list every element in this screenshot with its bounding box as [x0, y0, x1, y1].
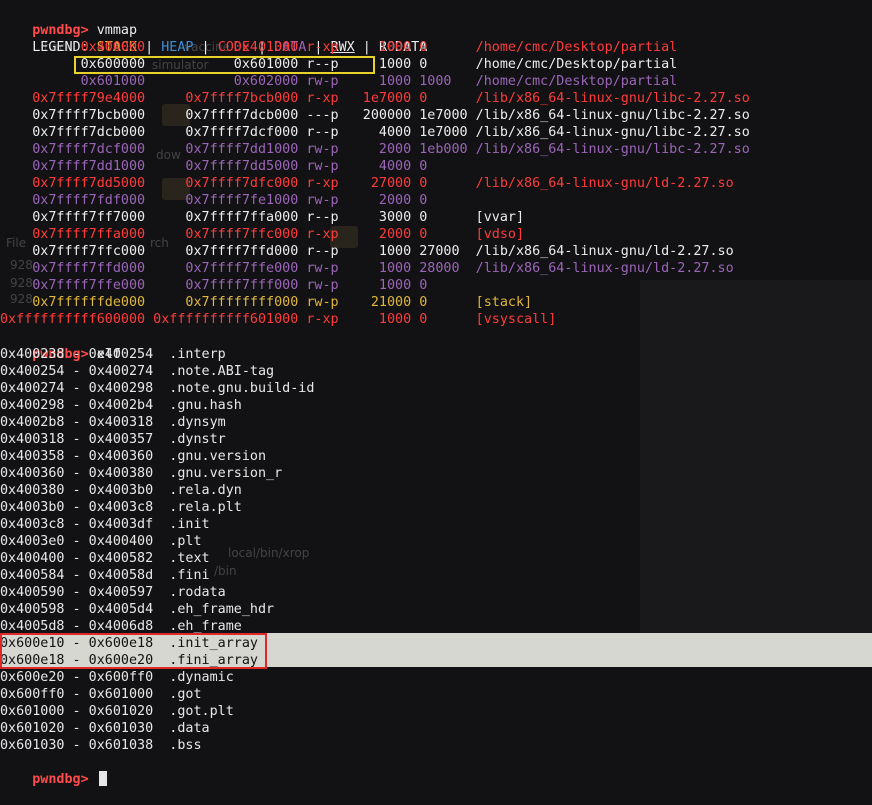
elf-section-text: 0x400318 - 0x400357 .dynstr: [0, 432, 226, 447]
annotation-box-rodata-mapping: [74, 56, 375, 74]
elf-section-row: 0x400358 - 0x400360 .gnu.version: [0, 448, 872, 465]
elf-section-text: 0x4003c8 - 0x4003df .init: [0, 517, 210, 532]
vmmap-row: 0x7ffff7dcf000 0x7ffff7dd1000 rw-p 2000 …: [0, 141, 872, 158]
elf-section-row: 0x4003c8 - 0x4003df .init: [0, 516, 872, 533]
command-line-elf: pwndbg> elf: [0, 329, 872, 362]
vmmap-row: 0x601000 0x602000 rw-p 1000 1000 /home/c…: [0, 73, 872, 90]
vmmap-row: 0x7ffff7dd5000 0x7ffff7dfc000 r-xp 27000…: [0, 175, 872, 192]
vmmap-row-text: 0x7ffff79e4000 0x7ffff7bcb000 r-xp 1e700…: [0, 91, 750, 106]
elf-section-text: 0x400380 - 0x4003b0 .rela.dyn: [0, 483, 242, 498]
elf-section-text: 0x4005d8 - 0x4006d8 .eh_frame: [0, 619, 242, 634]
elf-section-text: 0x4003b0 - 0x4003c8 .rela.plt: [0, 500, 242, 515]
shell-prompt: pwndbg>: [32, 772, 89, 787]
vmmap-row: 0x7ffff7bcb000 0x7ffff7dcb000 ---p 20000…: [0, 107, 872, 124]
elf-section-text: 0x600e20 - 0x600ff0 .dynamic: [0, 670, 234, 685]
elf-section-text: 0x601000 - 0x601020 .got.plt: [0, 704, 234, 719]
vmmap-row-text: 0x7ffff7ffa000 0x7ffff7ffc000 r-xp 2000 …: [0, 227, 525, 242]
elf-section-row: 0x400380 - 0x4003b0 .rela.dyn: [0, 482, 872, 499]
vmmap-row: 0x7ffff79e4000 0x7ffff7bcb000 r-xp 1e700…: [0, 90, 872, 107]
elf-section-text: 0x400298 - 0x4002b4 .gnu.hash: [0, 398, 242, 413]
elf-section-row: 0x400318 - 0x400357 .dynstr: [0, 431, 872, 448]
elf-section-row: 0x400360 - 0x400380 .gnu.version_r: [0, 465, 872, 482]
vmmap-row: 0x7ffff7dcb000 0x7ffff7dcf000 r--p 4000 …: [0, 124, 872, 141]
vmmap-row: 0x7ffff7dd1000 0x7ffff7dd5000 rw-p 4000 …: [0, 158, 872, 175]
vmmap-row-text: 0x7ffff7ffe000 0x7ffff7fff000 rw-p 1000 …: [0, 278, 428, 293]
vmmap-row-text: 0x7ffff7bcb000 0x7ffff7dcb000 ---p 20000…: [0, 108, 750, 123]
elf-section-row: 0x4003b0 - 0x4003c8 .rela.plt: [0, 499, 872, 516]
vmmap-row: 0x7ffff7ff7000 0x7ffff7ffa000 r--p 3000 …: [0, 209, 872, 226]
elf-section-text: 0x400400 - 0x400582 .text: [0, 551, 210, 566]
vmmap-row-text: 0x7ffff7dcb000 0x7ffff7dcf000 r--p 4000 …: [0, 125, 750, 140]
elf-section-text: 0x400598 - 0x4005d4 .eh_frame_hdr: [0, 602, 275, 617]
vmmap-row-text: 0xffffffffff600000 0xffffffffff601000 r-…: [0, 312, 557, 327]
vmmap-row: 0x7ffff7ffe000 0x7ffff7fff000 rw-p 1000 …: [0, 277, 872, 294]
elf-section-row: 0x400254 - 0x400274 .note.ABI-tag: [0, 363, 872, 380]
elf-section-text: 0x4002b8 - 0x400318 .dynsym: [0, 415, 226, 430]
elf-section-text: 0x400274 - 0x400298 .note.gnu.build-id: [0, 381, 315, 396]
elf-section-text: 0x601030 - 0x601038 .bss: [0, 738, 202, 753]
elf-section-row: 0x4003e0 - 0x400400 .plt: [0, 533, 872, 550]
elf-section-row: 0x400400 - 0x400582 .text: [0, 550, 872, 567]
elf-section-text: 0x400584 - 0x40058d .fini: [0, 568, 210, 583]
vmmap-row: 0x7ffffffde000 0x7ffffffff000 rw-p 21000…: [0, 294, 872, 311]
elf-section-text: 0x400238 - 0x400254 .interp: [0, 347, 226, 362]
vmmap-row: 0x400000 0x401000 r-xp 1000 0 /home/cmc/…: [0, 39, 872, 56]
vmmap-row-text: 0x601000 0x602000 rw-p 1000 1000 /home/c…: [0, 74, 678, 89]
elf-section-text: 0x400358 - 0x400360 .gnu.version: [0, 449, 267, 464]
elf-section-text: 0x400254 - 0x400274 .note.ABI-tag: [0, 364, 275, 379]
vmmap-row-text: 0x7ffff7dcf000 0x7ffff7dd1000 rw-p 2000 …: [0, 142, 750, 157]
vmmap-row-text: 0x7ffff7dd5000 0x7ffff7dfc000 r-xp 27000…: [0, 176, 734, 191]
command-line-current[interactable]: pwndbg>: [0, 754, 872, 787]
vmmap-row-text: 0x7ffff7ff7000 0x7ffff7ffa000 r--p 3000 …: [0, 210, 525, 225]
elf-section-row: 0x600ff0 - 0x601000 .got: [0, 686, 872, 703]
vmmap-row-text: 0x7ffff7fdf000 0x7ffff7fe1000 rw-p 2000 …: [0, 193, 428, 208]
elf-section-row: 0x400274 - 0x400298 .note.gnu.build-id: [0, 380, 872, 397]
legend-line: LEGEND: STACK | HEAP | CODE | DATA | RWX…: [32, 40, 428, 55]
command-line-vmmap: pwndbg> vmmap: [0, 5, 872, 38]
elf-section-row: 0x400584 - 0x40058d .fini: [0, 567, 872, 584]
elf-section-row: 0x601020 - 0x601030 .data: [0, 720, 872, 737]
vmmap-row-text: 0x7ffff7dd1000 0x7ffff7dd5000 rw-p 4000 …: [0, 159, 428, 174]
vmmap-row-text: 0x7ffffffde000 0x7ffffffff000 rw-p 21000…: [0, 295, 533, 310]
vmmap-row: 0x7ffff7ffc000 0x7ffff7ffd000 r--p 1000 …: [0, 243, 872, 260]
elf-section-text: 0x400360 - 0x400380 .gnu.version_r: [0, 466, 283, 481]
vmmap-row-text: 0x7ffff7ffd000 0x7ffff7ffe000 rw-p 1000 …: [0, 261, 734, 276]
vmmap-row: 0x7ffff7ffd000 0x7ffff7ffe000 rw-p 1000 …: [0, 260, 872, 277]
elf-section-row: 0x400238 - 0x400254 .interp: [0, 346, 872, 363]
elf-section-row: 0x601000 - 0x601020 .got.plt: [0, 703, 872, 720]
terminal-window[interactable]: hack vaccine simulator dow File rch 928 …: [0, 0, 872, 787]
vmmap-row: 0xffffffffff600000 0xffffffffff601000 r-…: [0, 311, 872, 328]
vmmap-row: 0x7ffff7ffa000 0x7ffff7ffc000 r-xp 2000 …: [0, 226, 872, 243]
elf-section-text: 0x600ff0 - 0x601000 .got: [0, 687, 202, 702]
annotation-box-init-fini-array: [0, 633, 267, 669]
elf-section-row: 0x400598 - 0x4005d4 .eh_frame_hdr: [0, 601, 872, 618]
elf-section-row: 0x400590 - 0x400597 .rodata: [0, 584, 872, 601]
elf-section-row: 0x400298 - 0x4002b4 .gnu.hash: [0, 397, 872, 414]
vmmap-row-text: 0x7ffff7ffc000 0x7ffff7ffd000 r--p 1000 …: [0, 244, 734, 259]
elf-section-row: 0x4002b8 - 0x400318 .dynsym: [0, 414, 872, 431]
text-cursor[interactable]: [98, 771, 107, 786]
elf-section-text: 0x4003e0 - 0x400400 .plt: [0, 534, 202, 549]
elf-section-text: 0x601020 - 0x601030 .data: [0, 721, 210, 736]
elf-section-row: 0x601030 - 0x601038 .bss: [0, 737, 872, 754]
vmmap-row: 0x7ffff7fdf000 0x7ffff7fe1000 rw-p 2000 …: [0, 192, 872, 209]
elf-section-row: 0x600e20 - 0x600ff0 .dynamic: [0, 669, 872, 686]
vmmap-row-text: 0x400000 0x401000 r-xp 1000 0 /home/cmc/…: [0, 40, 678, 55]
elf-section-text: 0x400590 - 0x400597 .rodata: [0, 585, 226, 600]
